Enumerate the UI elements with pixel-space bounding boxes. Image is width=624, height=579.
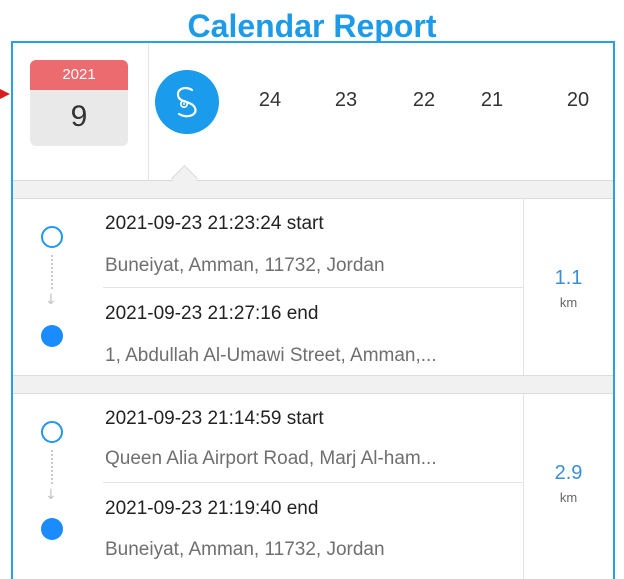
divider — [148, 43, 149, 180]
day-item[interactable]: 22 — [399, 89, 449, 112]
trip-end-time: 2021-09-23 21:19:40 end — [105, 498, 319, 519]
trip-distance: 2.9 — [554, 462, 583, 484]
route-icon — [176, 86, 197, 118]
trip-start-time: 2021-09-23 21:14:59 start — [105, 408, 324, 429]
trip-card[interactable]: ↓ 2021-09-23 21:14:59 start Queen Alia A… — [13, 393, 613, 579]
calendar-year: 2021 — [30, 60, 128, 90]
date-selector-bar: 2021 9 24 23 22 21 20 — [13, 43, 613, 181]
selected-day-button[interactable] — [155, 70, 219, 134]
end-point-icon — [41, 325, 63, 347]
trip-card[interactable]: ↓ 2021-09-23 21:23:24 start Buneiyat, Am… — [13, 198, 613, 376]
distance-unit: km — [559, 295, 578, 310]
trip-start-address: Buneiyat, Amman, 11732, Jordan — [105, 255, 385, 276]
day-item[interactable]: 23 — [321, 89, 371, 112]
report-title: Calendar Report — [187, 8, 437, 44]
divider — [103, 482, 523, 483]
day-item[interactable]: 24 — [245, 89, 295, 112]
route-line — [51, 255, 55, 289]
day-item[interactable]: 20 — [553, 89, 603, 112]
trip-start-time: 2021-09-23 21:23:24 start — [105, 213, 324, 234]
route-line — [51, 450, 55, 484]
month-picker[interactable]: 2021 9 — [30, 60, 128, 146]
trip-end-address: Buneiyat, Amman, 11732, Jordan — [105, 539, 385, 560]
arrow-down-icon: ↓ — [45, 487, 57, 503]
calendar-month: 9 — [70, 100, 88, 133]
trip-end-address: 1, Abdullah Al-Umawi Street, Amman,... — [105, 345, 437, 366]
trip-end-time: 2021-09-23 21:27:16 end — [105, 303, 319, 324]
trip-distance: 1.1 — [554, 267, 583, 289]
start-point-icon — [41, 226, 63, 248]
distance-unit: km — [559, 490, 578, 505]
end-point-icon — [41, 518, 63, 540]
start-point-icon — [41, 421, 63, 443]
divider — [103, 287, 523, 288]
trip-start-address: Queen Alia Airport Road, Marj Al-ham... — [105, 448, 437, 469]
divider — [523, 394, 524, 579]
report-panel: 2021 9 24 23 22 21 20 ↓ 2021-09-23 21:23… — [11, 41, 615, 579]
arrow-down-icon: ↓ — [45, 292, 57, 308]
pointer-arrow-icon — [0, 89, 10, 99]
day-item[interactable]: 21 — [467, 89, 517, 112]
